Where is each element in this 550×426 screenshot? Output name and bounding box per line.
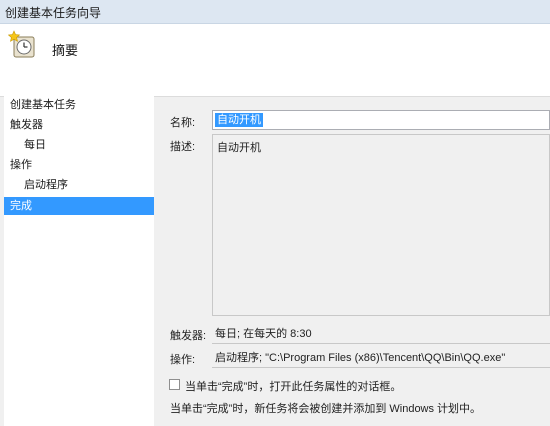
trigger-divider [212,343,550,344]
step-create-basic-task[interactable]: 创建基本任务 [4,96,154,114]
clock-task-icon [8,30,35,58]
step-label: 操作 [10,159,32,171]
step-action[interactable]: 操作 [4,156,154,174]
step-label: 每日 [24,139,46,151]
open-properties-label[interactable]: 当单击“完成”时，打开此任务属性的对话框。 [185,378,401,394]
title-bar: 创建基本任务向导 [0,0,550,24]
description-label: 描述: [170,141,196,153]
page-title: 摘要 [52,43,79,58]
open-properties-checkbox[interactable] [169,379,180,390]
trigger-label: 触发器: [170,330,207,342]
name-value: 自动开机 [215,113,263,127]
finish-note: 当单击“完成”时，新任务将会被创建并添加到 Windows 计划中。 [170,403,482,415]
step-start-program[interactable]: 启动程序 [4,176,154,194]
step-label: 完成 [10,200,32,212]
wizard-steps-pane: 创建基本任务 触发器 每日 操作 启动程序 完成 [4,96,154,426]
wizard-header: 摘要 [0,24,550,97]
step-label: 启动程序 [24,179,68,191]
step-label: 创建基本任务 [10,99,76,111]
step-trigger[interactable]: 触发器 [4,116,154,134]
step-daily[interactable]: 每日 [4,136,154,154]
step-finish[interactable]: 完成 [4,197,154,215]
action-divider [212,367,550,368]
description-value: 自动开机 [217,142,261,154]
step-label: 触发器 [10,119,43,131]
window-title: 创建基本任务向导 [5,6,102,20]
action-value: 启动程序; "C:\Program Files (x86)\Tencent\QQ… [215,352,506,364]
trigger-value: 每日; 在每天的 8:30 [215,328,312,340]
name-field[interactable]: 自动开机 [212,110,550,130]
action-label: 操作: [170,354,196,366]
name-label: 名称: [170,117,196,129]
description-field[interactable]: 自动开机 [212,134,550,316]
